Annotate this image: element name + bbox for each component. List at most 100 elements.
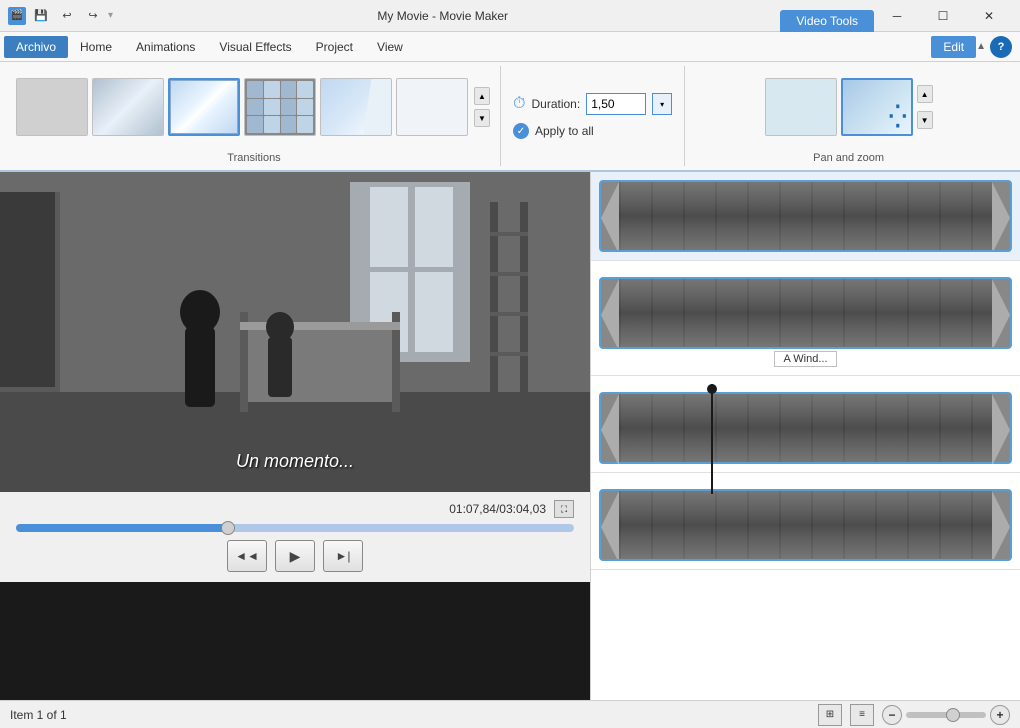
view-storyboard-button[interactable]: ⊞	[818, 704, 842, 726]
clip-left-notch-4	[601, 491, 619, 561]
status-bar: Item 1 of 1 ⊞ ≡ − +	[0, 700, 1020, 728]
menu-project[interactable]: Project	[304, 36, 365, 58]
video-frame	[0, 172, 590, 492]
panzoom-scroll-up[interactable]: ▲	[917, 85, 933, 103]
ribbon-collapse-arrow[interactable]: ▲	[976, 41, 986, 52]
playhead-head	[707, 384, 717, 394]
window-controls: ─ ☐ ✕	[874, 0, 1012, 32]
transition-tiles-preview	[245, 79, 315, 135]
clip-right-notch-1	[992, 182, 1010, 252]
menu-view[interactable]: View	[365, 36, 415, 58]
transition-empty[interactable]	[396, 78, 468, 136]
video-controls-area: 01:07,84/03:04,03 ⛶ ◄◄ ▶ ►|	[0, 492, 590, 582]
menu-right: ▲ ?	[976, 36, 1016, 58]
transition-tiles[interactable]	[244, 78, 316, 136]
close-button[interactable]: ✕	[966, 0, 1012, 32]
panzoom-dots-icon: ⁛	[889, 104, 907, 130]
play-button[interactable]: ▶	[275, 540, 315, 572]
redo-button[interactable]: ↪	[82, 5, 104, 27]
clip-left-notch-3	[601, 394, 619, 466]
video-preview: Un momento...	[0, 172, 590, 492]
transition-diagonal[interactable]	[92, 78, 164, 136]
video-tools-area: Video Tools	[772, 0, 874, 32]
undo-button[interactable]: ↩	[56, 5, 78, 27]
zoom-thumb[interactable]	[946, 708, 960, 722]
transition-wipe[interactable]	[320, 78, 392, 136]
panzoom-items: ⁛ ▲ ▼	[765, 66, 933, 148]
playback-controls: ◄◄ ▶ ►|	[16, 536, 574, 576]
timeline-item-4[interactable]	[591, 481, 1020, 570]
panzoom-active-preview: ⁛	[843, 80, 911, 134]
clip-film-texture-2	[619, 279, 992, 347]
clip-left-notch-1	[601, 182, 619, 252]
zoom-in-button[interactable]: +	[990, 705, 1010, 725]
clip-film-1	[619, 182, 992, 250]
rewind-button[interactable]: ◄◄	[227, 540, 267, 572]
panzoom-item-selected[interactable]: ⁛	[841, 78, 913, 136]
timeline-item-3[interactable]	[591, 384, 1020, 473]
transition-wipe-preview	[321, 79, 391, 135]
transition-none[interactable]	[16, 78, 88, 136]
progress-thumb[interactable]	[221, 521, 235, 535]
ribbon: ▲ ▼ Transitions ⏱ Duration: 1,50 ▾ Apply…	[0, 62, 1020, 172]
transitions-section: ▲ ▼ Transitions	[8, 66, 501, 166]
duration-input[interactable]: 1,50	[586, 93, 646, 115]
apply-row[interactable]: Apply to all	[513, 123, 672, 139]
timeline-item-2[interactable]: A Wind...	[591, 269, 1020, 376]
timeline-scroll[interactable]: A Wind...	[591, 172, 1020, 700]
scroll-down-arrow[interactable]: ▼	[474, 109, 490, 127]
transition-selected-preview	[170, 80, 238, 134]
menu-edit[interactable]: Edit	[931, 36, 976, 58]
transitions-items: ▲ ▼	[16, 66, 492, 148]
view-timeline-button[interactable]: ≡	[850, 704, 874, 726]
transition-selected[interactable]	[168, 78, 240, 136]
menu-home[interactable]: Home	[68, 36, 124, 58]
clip-film-2	[619, 279, 992, 347]
clip-film-texture-1	[619, 182, 992, 250]
transition-empty-preview	[397, 79, 467, 135]
save-button[interactable]: 💾	[30, 5, 52, 27]
video-panel: Un momento... 01:07,84/03:04,03 ⛶ ◄◄ ▶ ►…	[0, 172, 590, 700]
duration-dropdown[interactable]: ▾	[652, 93, 672, 115]
zoom-out-button[interactable]: −	[882, 705, 902, 725]
item-count: Item 1 of 1	[10, 708, 67, 722]
zoom-slider[interactable]	[906, 712, 986, 718]
duration-icon: ⏱	[513, 95, 525, 113]
menu-visual-effects[interactable]: Visual Effects	[207, 36, 303, 58]
help-button[interactable]: ?	[990, 36, 1012, 58]
panzoom-item-1[interactable]	[765, 78, 837, 136]
panzoom-label: Pan and zoom	[813, 148, 884, 166]
menu-animations[interactable]: Animations	[124, 36, 207, 58]
clip-film-texture-4	[619, 491, 992, 559]
minimize-button[interactable]: ─	[874, 0, 920, 32]
timeline-item-1[interactable]	[591, 172, 1020, 261]
zoom-controls: − +	[882, 705, 1010, 725]
scroll-up-arrow[interactable]: ▲	[474, 87, 490, 105]
clip-left-notch-2	[601, 279, 619, 349]
restore-button[interactable]: ☐	[920, 0, 966, 32]
clip-film-3	[619, 394, 992, 462]
forward-button[interactable]: ►|	[323, 540, 363, 572]
gap-3	[591, 473, 1020, 481]
menu-archivo[interactable]: Archivo	[4, 36, 68, 58]
clip-text-2: A Wind...	[774, 351, 836, 367]
fullscreen-button[interactable]: ⛶	[554, 500, 574, 518]
transition-diagonal-preview	[93, 79, 163, 135]
clip-label-2: A Wind...	[599, 351, 1012, 367]
timeline-panel: A Wind...	[590, 172, 1020, 700]
quick-access-toolbar: 💾 ↩ ↪ ▾	[30, 5, 113, 27]
ribbon-controls: ⏱ Duration: 1,50 ▾ Apply to all	[501, 66, 685, 166]
panzoom-blank-preview	[766, 79, 836, 135]
duration-row: ⏱ Duration: 1,50 ▾	[513, 93, 672, 115]
clip-right-notch-4	[992, 491, 1010, 561]
playhead	[711, 384, 713, 494]
current-time: 01:07,84/03:04,03	[449, 502, 546, 516]
panzoom-scroll-down[interactable]: ▼	[917, 111, 933, 129]
video-subtitle: Un momento...	[236, 451, 354, 472]
progress-fill	[16, 524, 228, 532]
video-tools-tab[interactable]: Video Tools	[780, 10, 874, 32]
progress-bar[interactable]	[16, 524, 574, 532]
transition-none-preview	[17, 79, 87, 135]
duration-label: Duration:	[531, 97, 580, 111]
clip-film-texture-3	[619, 394, 992, 462]
